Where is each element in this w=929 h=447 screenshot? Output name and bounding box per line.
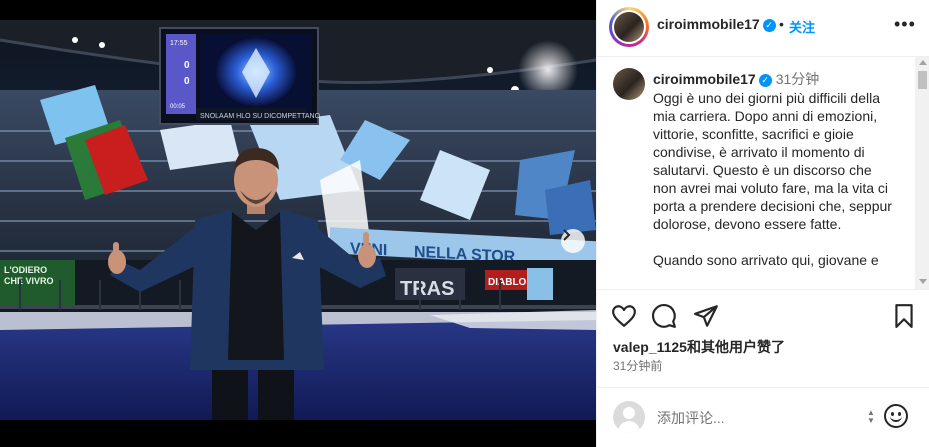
comment-icon[interactable]	[651, 303, 677, 329]
caption-avatar[interactable]	[613, 68, 645, 100]
share-icon[interactable]	[693, 303, 719, 329]
caption-time: 31分钟	[775, 71, 820, 87]
author-avatar[interactable]	[609, 7, 649, 47]
author-username[interactable]: ciroimmobile17 ✓	[657, 16, 776, 32]
post-header: ciroimmobile17 ✓ • 关注 •••	[597, 0, 929, 57]
more-icon[interactable]: •••	[894, 14, 916, 35]
caption-header: ciroimmobile17 ✓ 31分钟	[653, 69, 819, 89]
caption-username[interactable]: ciroimmobile17	[653, 71, 756, 87]
caption-text: Oggi è uno dei giorni più difficili dell…	[653, 90, 892, 268]
verified-badge-icon: ✓	[762, 19, 776, 32]
likes-summary[interactable]: valep_1125和其他用户赞了	[613, 337, 785, 357]
caption-scrollbar[interactable]	[915, 57, 929, 289]
post-side-panel: ciroimmobile17 ✓ • 关注 ••• ciroimmobile17 ✓…	[596, 0, 929, 447]
sign-tras: TRAS	[400, 278, 454, 300]
emoji-icon[interactable]	[884, 404, 908, 428]
verified-badge-icon: ✓	[758, 74, 772, 87]
post-photo[interactable]: 17:55 0 0 00:05 SNOLAAM HLO SU DICOMPETT…	[0, 20, 596, 420]
sign-diablo: DIABLO	[488, 277, 527, 288]
scroll-thumb[interactable]	[918, 71, 927, 89]
scroll-down-icon[interactable]	[919, 279, 927, 284]
scoreboard-sub: 00:05	[170, 104, 186, 110]
comment-bar: 添加评论... ▲ ▼	[597, 387, 929, 447]
next-slide-button[interactable]	[561, 229, 585, 253]
likes-suffix[interactable]: 和其他用户赞了	[687, 339, 785, 355]
score-away: 0	[184, 76, 190, 87]
screen-ticker: SNOLAAM HLO SU DICOMPETTANO	[200, 113, 321, 120]
heart-icon[interactable]	[611, 303, 637, 329]
sign-left-2: CHE VIVRO	[4, 276, 54, 286]
sign-left-1: L'ODIERO	[4, 265, 47, 275]
bookmark-icon[interactable]	[891, 303, 917, 329]
scroll-up-icon[interactable]	[919, 60, 927, 65]
comment-input[interactable]: 添加评论...	[657, 408, 725, 428]
post-modal: 17:55 0 0 00:05 SNOLAAM HLO SU DICOMPETT…	[0, 0, 929, 447]
score-home: 0	[184, 60, 190, 71]
likes-user[interactable]: valep_1125	[613, 339, 687, 355]
comment-stepper-icon[interactable]: ▲ ▼	[867, 409, 875, 425]
follow-button[interactable]: 关注	[789, 17, 815, 36]
stadium-photo: 17:55 0 0 00:05 SNOLAAM HLO SU DICOMPETT…	[0, 20, 596, 420]
current-user-avatar	[613, 401, 645, 433]
post-timestamp[interactable]: 31分钟前	[613, 357, 662, 374]
scoreboard-time: 17:55	[170, 40, 188, 47]
chevron-right-icon	[563, 229, 571, 241]
header-separator: •	[779, 16, 784, 32]
caption-area: ciroimmobile17 ✓ 31分钟 Oggi è uno dei giorn…	[597, 57, 929, 289]
